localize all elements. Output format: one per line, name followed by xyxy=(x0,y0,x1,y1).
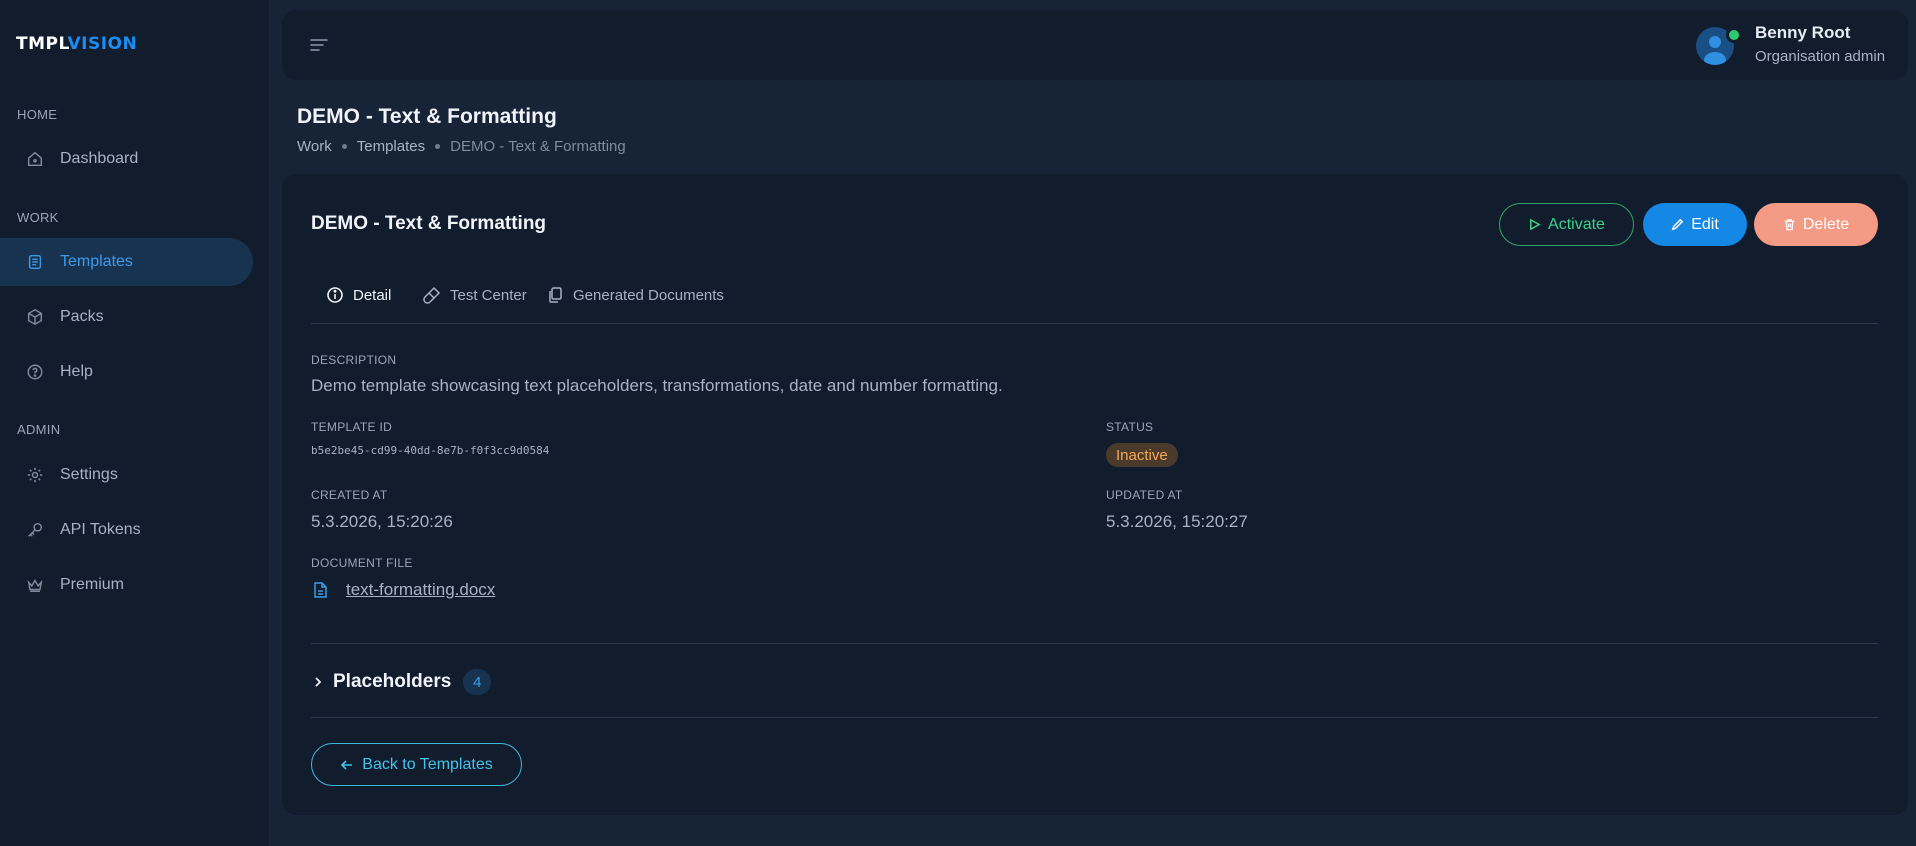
status-label: STATUS xyxy=(1106,420,1154,434)
back-to-templates-button[interactable]: Back to Templates xyxy=(311,743,522,786)
description-label: DESCRIPTION xyxy=(311,353,397,367)
page-title: DEMO - Text & Formatting xyxy=(297,105,557,128)
user-role: Organisation admin xyxy=(1755,48,1886,65)
gear-icon xyxy=(24,464,46,486)
trash-icon xyxy=(1784,219,1795,231)
sidebar-item-label: Dashboard xyxy=(60,150,139,167)
topbar: Benny Root Organisation admin xyxy=(282,10,1908,80)
divider xyxy=(311,717,1878,718)
menu-toggle-icon[interactable] xyxy=(308,35,330,55)
template-id-label: TEMPLATE ID xyxy=(311,420,393,434)
sidebar-item-help[interactable]: Help xyxy=(0,348,253,396)
pencil-icon xyxy=(1671,218,1684,231)
placeholders-toggle[interactable]: Placeholders 4 xyxy=(311,669,492,695)
chevron-right-icon xyxy=(315,677,322,687)
play-icon xyxy=(1530,218,1541,231)
document-file-link[interactable]: text-formatting.docx xyxy=(311,580,495,600)
breadcrumb: Work Templates DEMO - Text & Formatting xyxy=(297,138,626,155)
info-icon xyxy=(327,287,343,303)
sidebar-item-label: Settings xyxy=(60,466,118,483)
sidebar: TMPLVISION HOME Dashboard WORK Templates… xyxy=(0,0,269,846)
updated-at-label: UPDATED AT xyxy=(1106,488,1183,502)
card-title: DEMO - Text & Formatting xyxy=(311,213,547,234)
nav-section-admin: ADMIN xyxy=(17,422,61,437)
sidebar-item-label: Templates xyxy=(60,253,133,270)
key-icon xyxy=(24,519,46,541)
created-at-label: CREATED AT xyxy=(311,488,388,502)
user-name: Benny Root xyxy=(1755,23,1851,42)
updated-at-value: 5.3.2026, 15:20:27 xyxy=(1106,512,1248,531)
document-icon xyxy=(24,251,46,273)
delete-button[interactable]: Delete xyxy=(1754,203,1878,246)
sidebar-item-dashboard[interactable]: Dashboard xyxy=(0,135,253,183)
document-file-label: DOCUMENT FILE xyxy=(311,556,413,570)
template-id-value: b5e2be45-cd99-40dd-8e7b-f0f3cc9d0584 xyxy=(311,444,550,457)
placeholders-label: Placeholders xyxy=(333,671,452,692)
breadcrumb-work[interactable]: Work xyxy=(297,138,332,155)
sidebar-item-templates[interactable]: Templates xyxy=(0,238,253,286)
description-value: Demo template showcasing text placeholde… xyxy=(311,376,1003,395)
breadcrumb-templates[interactable]: Templates xyxy=(357,138,425,155)
sidebar-item-settings[interactable]: Settings xyxy=(0,451,253,499)
sidebar-item-label: Packs xyxy=(60,308,104,325)
crown-icon xyxy=(24,574,46,596)
logo[interactable]: TMPLVISION xyxy=(16,34,137,54)
status-badge: Inactive xyxy=(1106,443,1178,467)
breadcrumb-separator xyxy=(341,144,347,149)
sidebar-item-label: Premium xyxy=(60,576,125,593)
sidebar-item-api-tokens[interactable]: API Tokens xyxy=(0,506,253,554)
file-icon xyxy=(314,582,327,598)
tab-bar: Detail Test Center Generated Documents xyxy=(311,286,1878,324)
box-icon xyxy=(24,306,46,328)
edit-button[interactable]: Edit xyxy=(1643,203,1747,246)
flask-icon xyxy=(423,286,441,304)
sidebar-item-label: API Tokens xyxy=(60,521,141,538)
help-icon xyxy=(24,361,46,383)
created-at-value: 5.3.2026, 15:20:26 xyxy=(311,512,453,531)
breadcrumb-separator xyxy=(435,144,441,149)
breadcrumb-current: DEMO - Text & Formatting xyxy=(450,138,626,155)
placeholders-count-badge: 4 xyxy=(463,669,492,695)
tab-generated-documents[interactable]: Generated Documents xyxy=(546,286,724,304)
sidebar-item-premium[interactable]: Premium xyxy=(0,561,253,609)
home-icon xyxy=(24,148,46,170)
nav-section-work: WORK xyxy=(17,210,59,225)
divider xyxy=(311,643,1878,644)
nav-section-home: HOME xyxy=(17,107,58,122)
online-status-dot xyxy=(1726,27,1742,43)
tab-test-center[interactable]: Test Center xyxy=(423,286,527,304)
tab-detail[interactable]: Detail xyxy=(326,286,391,304)
sidebar-item-label: Help xyxy=(60,363,93,380)
copy-icon xyxy=(549,287,562,303)
arrow-left-icon xyxy=(341,759,353,770)
template-detail-card: DEMO - Text & Formatting Activate Edit D… xyxy=(282,174,1908,815)
sidebar-item-packs[interactable]: Packs xyxy=(0,293,253,341)
activate-button[interactable]: Activate xyxy=(1499,203,1634,246)
